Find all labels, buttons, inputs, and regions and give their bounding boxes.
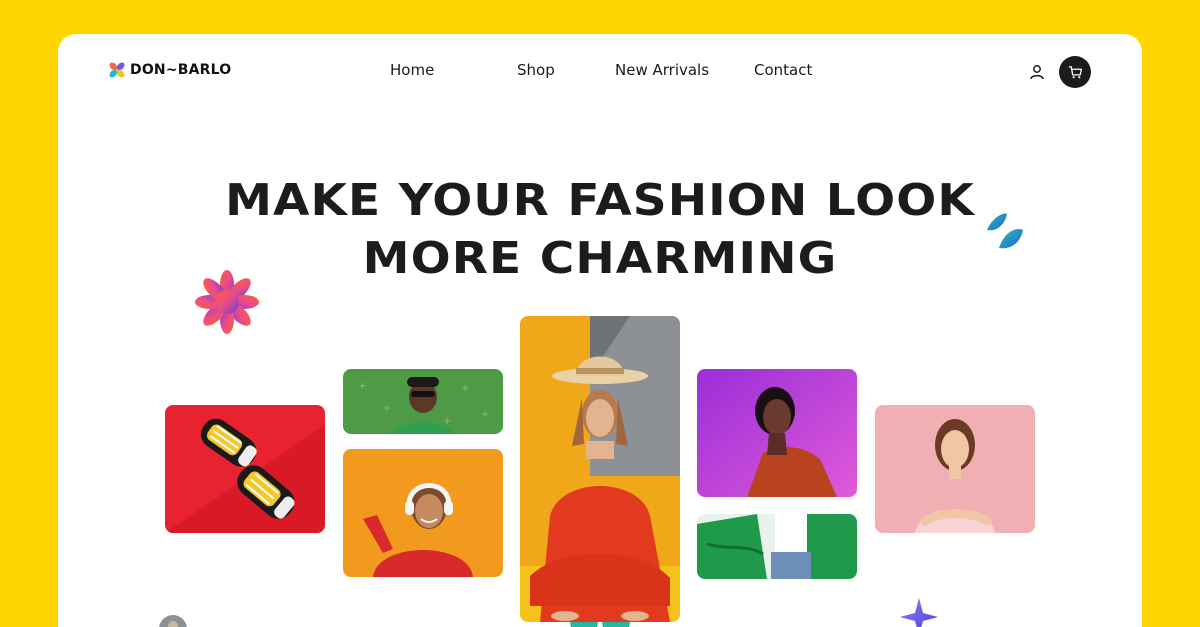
avatar xyxy=(159,615,187,627)
sneakers-photo[interactable] xyxy=(165,405,325,533)
svg-text:+: + xyxy=(481,409,489,420)
woman-headphones-photo[interactable] xyxy=(343,449,503,577)
svg-text:+: + xyxy=(383,403,391,414)
nav-contact[interactable]: Contact xyxy=(754,61,812,79)
woman-hat-photo[interactable] xyxy=(520,316,680,622)
svg-text:+: + xyxy=(358,381,366,392)
flower-burst-decoration xyxy=(195,270,259,334)
brand-logo[interactable]: DON~BARLO xyxy=(108,61,231,79)
svg-text:+: + xyxy=(443,416,451,427)
hero-line-1: MAKE YOUR FASHION LOOK xyxy=(225,175,975,226)
nav-home[interactable]: Home xyxy=(390,61,434,79)
cart-button[interactable] xyxy=(1059,56,1091,88)
nav-shop[interactable]: Shop xyxy=(517,61,555,79)
cart-icon xyxy=(1068,65,1082,78)
page-card: DON~BARLO Home Shop New Arrivals Contact… xyxy=(58,34,1142,627)
woman-purple-photo[interactable] xyxy=(697,369,857,497)
nav-new-arrivals[interactable]: New Arrivals xyxy=(615,61,709,79)
man-green-photo[interactable]: + + + + + xyxy=(343,369,503,434)
svg-text:+: + xyxy=(461,383,469,394)
four-petal-logo-icon xyxy=(109,62,125,78)
woman-pink-photo[interactable] xyxy=(875,405,1035,533)
purple-star-decoration xyxy=(900,598,938,627)
teal-leaf-decoration xyxy=(987,213,1023,249)
green-jacket-photo[interactable] xyxy=(697,514,857,579)
brand-name: DON~BARLO xyxy=(130,62,232,78)
user-icon[interactable] xyxy=(1028,63,1046,81)
